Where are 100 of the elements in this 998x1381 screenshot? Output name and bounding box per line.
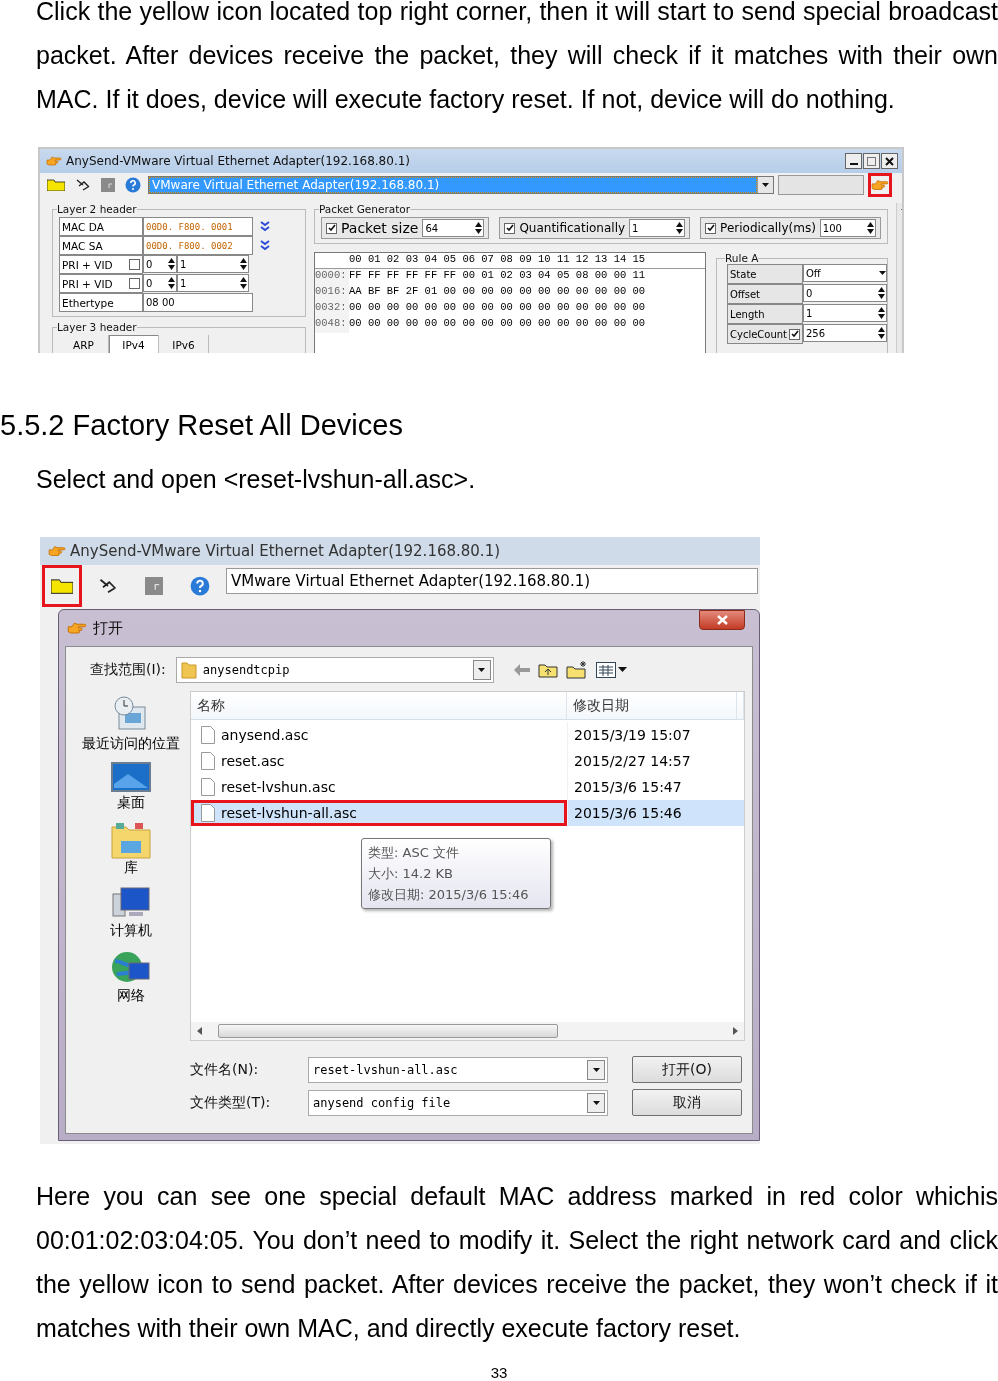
column-header[interactable]: 名称 [191,692,567,719]
send-button[interactable] [868,173,892,197]
field-label: MAC SA [62,239,103,252]
checkbox[interactable] [504,222,516,234]
place-label[interactable]: 桌面 [117,794,145,811]
stop-icon [145,577,163,595]
file-name-cell[interactable]: reset-lvshun.asc [191,774,567,800]
spinner-arrows-icon [877,306,886,320]
caret-icon [592,1067,600,1072]
close-button[interactable] [881,153,898,169]
file-name-label: 文件名(N): [190,1060,260,1079]
mac-field[interactable]: 00D0. F800. 0001 [143,217,253,236]
folder-dropdown[interactable]: anysendtcpip [175,657,494,683]
checkmark-icon [706,224,715,232]
hex-bytes: 00 00 00 00 00 00 00 00 00 00 00 00 00 00 00 00 [349,317,647,331]
protocol-tab[interactable]: IPv4 [109,335,159,353]
state-dropdown[interactable]: Off [803,264,887,282]
vlan-spinner[interactable]: 1 [177,255,249,273]
open-button[interactable]: 打开(O) [632,1056,742,1083]
checkbox[interactable] [326,222,337,234]
cancel-button[interactable]: 取消 [632,1089,742,1116]
group-title: Layer 3 header [57,321,137,333]
priority-spinner[interactable]: 0 [143,255,177,273]
group-title: Packet Generator [319,203,410,215]
toolbar-button[interactable] [42,565,82,607]
file-name-cell[interactable]: anysend.asc [191,722,567,748]
group-title: Layer 2 header [57,203,137,215]
tooltip-line: 修改日期: 2015/3/6 15:46 [368,886,530,904]
place-label[interactable]: 库 [124,859,138,876]
hex-offset: 0048: [315,317,349,333]
adapter-dropdown[interactable]: VMware Virtual Ethernet Adapter(192.168.80.1) [226,568,758,594]
vlan-spinner[interactable]: 1 [177,274,249,292]
field-label: State [730,268,757,280]
spinner-arrows-icon [675,221,685,235]
file-name-cell[interactable]: reset-lvshun-all.asc [191,800,567,826]
value-spinner[interactable]: 1 [803,304,887,322]
view-menu-icon[interactable] [595,662,628,678]
page-number: 33 [490,1364,508,1381]
group-title: Rule A [725,252,759,264]
intro-paragraph: Click the yellow icon located top right corner, then it will start to send special broadcast packet. After devices receive the packet, they will check if it matches with their own MAC. If it does, device will execute factory reset. If not, device will do nothing. [36,0,998,115]
scroll-left-icon [197,1027,202,1035]
maximize-icon [867,156,876,166]
place-label[interactable]: 计算机 [110,922,152,939]
ethertype-field[interactable]: 08 00 [143,293,253,312]
field-label: Length [730,308,765,320]
stop-icon [101,178,115,192]
option-label: Packet size [341,220,419,236]
file-name-cell[interactable]: reset.asc [191,748,567,774]
value-spinner[interactable]: 1 [629,219,686,237]
library-folder-icon [111,821,151,859]
file-date-cell: 2015/3/6 15:46 [567,800,737,826]
value-spinner[interactable]: 100 [819,219,876,237]
wand-icon [75,177,91,193]
caret-icon [478,668,486,672]
spinner-arrows-icon [865,221,875,235]
close-icon [885,156,894,166]
help-icon [190,576,210,596]
place-label[interactable]: 最近访问的位置 [82,735,180,752]
file-icon [201,726,215,744]
spinner-arrows-icon [474,221,484,235]
checkmark-icon [790,330,799,338]
priority-spinner[interactable]: 0 [143,274,177,292]
hex-offset: 0032: [315,301,349,317]
caret-icon [592,1100,600,1105]
new-folder-icon[interactable] [565,661,588,679]
checkmark-icon [327,224,336,232]
checkbox[interactable] [129,278,140,289]
place-label[interactable]: 网络 [117,987,145,1004]
wand-icon [98,576,118,596]
file-icon [201,778,215,796]
value-spinner[interactable]: 64 [422,219,485,237]
mac-field[interactable]: 00D0. F800. 0002 [143,236,253,255]
closing-paragraph: Here you can see one special default MAC address marked in red color whichis 00:01:02:03:04:05. You don’t need to modify it. Select the right network card and click the yellow icon to send packet. After devices receive the packet, they won’t check if it matches with their own MAC, and directly execute factory reset. [36,1181,998,1344]
window-title: AnySend-VMware Virtual Ethernet Adapter(192.168.80.1) [70,542,501,560]
checkmark-icon [505,224,514,232]
checkbox[interactable] [789,328,800,340]
checkbox[interactable] [705,222,717,234]
hex-offset: 0016: [315,285,349,301]
column-header[interactable]: 修改日期 [567,692,737,719]
horizontal-scrollbar[interactable] [191,1022,744,1040]
protocol-tab[interactable]: IPv6 [159,335,209,353]
close-button[interactable] [699,610,745,630]
value-spinner[interactable]: 256 [803,324,887,342]
maximize-button[interactable] [863,153,880,169]
close-icon [716,615,728,625]
checkbox[interactable] [129,259,140,270]
field-label: MAC DA [62,220,104,233]
spinner-arrows-icon [239,276,248,290]
minimize-button[interactable] [845,153,862,169]
value-spinner[interactable]: 0 [803,284,887,302]
caret-icon [879,271,886,275]
hex-bytes: FF FF FF FF FF FF 00 01 02 03 04 05 08 00 00 11 [349,269,647,283]
file-type-dropdown[interactable]: anysend config file [308,1089,608,1116]
hex-bytes: 00 00 00 00 00 00 00 00 00 00 00 00 00 00 00 00 [349,301,647,315]
option-label: Periodically(ms) [720,221,816,235]
file-type-label: 文件类型(T): [190,1093,272,1112]
up-folder-icon[interactable] [537,662,558,678]
spinner-arrows-icon [877,286,886,300]
option-label: Quantificationally [519,221,626,235]
file-name-field[interactable]: reset-lvshun-all.asc [308,1056,608,1083]
